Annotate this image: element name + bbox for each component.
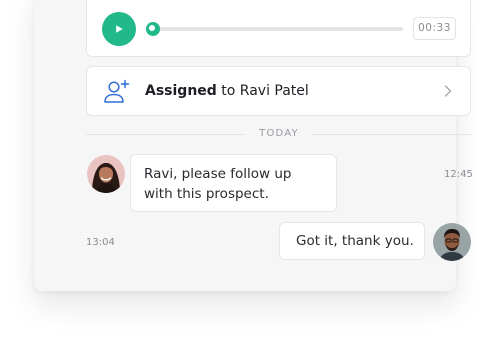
audio-progress-track[interactable] — [151, 27, 403, 31]
female-avatar — [87, 155, 125, 193]
day-separator: TODAY — [259, 128, 299, 139]
incoming-message-time: 12:45 — [444, 169, 473, 180]
outgoing-message-time: 13:04 — [86, 237, 115, 248]
chevron-right-icon — [444, 85, 452, 97]
assign-user-icon — [104, 79, 130, 103]
play-button[interactable] — [102, 12, 136, 46]
assignment-connector: to — [221, 83, 236, 99]
audio-duration: 00:33 — [413, 17, 456, 40]
play-icon — [116, 25, 123, 33]
sender-avatar — [87, 155, 125, 193]
divider-right — [312, 134, 471, 135]
assignment-event[interactable]: Assigned to Ravi Patel — [86, 66, 471, 116]
assignment-text: Assigned to Ravi Patel — [145, 83, 309, 99]
assignment-action: Assigned — [145, 83, 217, 99]
divider-left — [86, 134, 246, 135]
conversation-card: 00:33 Assigned to Ravi Patel TODAY Ravi,… — [34, 0, 473, 291]
male-avatar — [433, 223, 471, 261]
assignee-name: Ravi Patel — [239, 83, 309, 99]
audio-player: 00:33 — [86, 0, 471, 57]
incoming-message: Ravi, please follow up with this prospec… — [130, 154, 337, 212]
user-avatar — [433, 223, 471, 261]
outgoing-message: Got it, thank you. — [279, 222, 425, 260]
audio-progress-handle[interactable] — [146, 22, 160, 36]
